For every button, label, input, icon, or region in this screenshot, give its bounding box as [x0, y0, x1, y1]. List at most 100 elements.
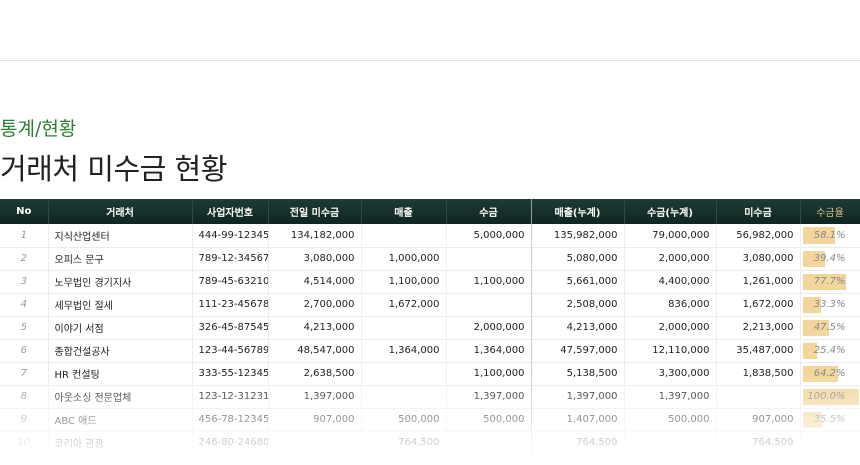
cell-bizno: 326-45-87545 [192, 316, 269, 339]
cell-unpaid: 3,080,000 [716, 247, 801, 270]
table-row[interactable]: 10 코리아 관광 246-80-24680 764,500 764,500 764,50… [0, 431, 860, 454]
cell-bizno: 456-78-12345 [192, 408, 269, 431]
cell-client: ABC 애드 [48, 408, 193, 431]
col-header-collection[interactable]: 수금 [446, 199, 532, 224]
table-row[interactable]: 4 세무법인 절세 111-23-45678 2,700,000 1,672,000 2,… [0, 293, 860, 316]
cell-collection: 1,100,000 [446, 362, 532, 385]
cell-client: 코리아 관광 [48, 431, 193, 454]
cell-collection-rate [800, 431, 860, 454]
cell-prev-unpaid [268, 431, 362, 454]
cell-sales: 500,000 [361, 408, 447, 431]
cell-collection-cumulative: 836,000 [624, 293, 717, 316]
cell-unpaid: 2,213,000 [716, 316, 801, 339]
cell-collection: 1,364,000 [446, 339, 532, 362]
cell-collection-cumulative: 4,400,000 [624, 270, 717, 293]
col-header-sales[interactable]: 매출 [361, 199, 447, 224]
cell-bizno: 123-44-56789 [192, 339, 269, 362]
table-row[interactable]: 8 아웃소싱 전문업체 123-12-31231 1,397,000 1,397,000… [0, 385, 860, 408]
cell-bizno: 789-45-63210 [192, 270, 269, 293]
cell-unpaid: 764,500 [716, 431, 801, 454]
cell-sales [361, 362, 447, 385]
col-header-client[interactable]: 거래처 [48, 199, 193, 224]
cell-prev-unpaid: 1,397,000 [268, 385, 362, 408]
col-header-collection-cumulative[interactable]: 수금(누계) [624, 199, 717, 224]
cell-prev-unpaid: 2,638,500 [268, 362, 362, 385]
collection-rate-text: 33.3% [813, 299, 846, 310]
table-row[interactable]: 5 이야기 서점 326-45-87545 4,213,000 2,000,000 4,2… [0, 316, 860, 339]
table-row[interactable]: 1 지식산업센터 444-99-12345 134,182,000 5,000,000 1… [0, 224, 860, 247]
col-header-no[interactable]: No [0, 199, 49, 224]
cell-sales-cumulative: 135,982,000 [531, 224, 625, 247]
cell-collection: 2,000,000 [446, 316, 532, 339]
cell-sales-cumulative: 1,407,000 [531, 408, 625, 431]
cell-prev-unpaid: 3,080,000 [268, 247, 362, 270]
collection-rate-text: 58.1% [813, 229, 846, 241]
cell-collection: 5,000,000 [446, 224, 532, 247]
cell-unpaid: 56,982,000 [716, 224, 801, 247]
top-bar [0, 0, 860, 61]
page-title: 거래처 미수금 현황 [0, 152, 227, 186]
cell-sales-cumulative: 5,138,500 [531, 362, 625, 385]
col-header-unpaid[interactable]: 미수금 [716, 199, 801, 224]
cell-collection-cumulative [624, 431, 717, 454]
cell-prev-unpaid: 4,514,000 [268, 270, 362, 293]
cell-collection-cumulative: 500,000 [624, 408, 717, 431]
cell-prev-unpaid: 4,213,000 [268, 316, 362, 339]
table-row[interactable]: 2 오피스 문구 789-12-34567 3,080,000 1,000,000 5,0… [0, 247, 860, 270]
breadcrumb: 통계/현황 [0, 118, 77, 140]
cell-sales-cumulative: 2,508,000 [531, 293, 625, 316]
table-row[interactable]: 9 ABC 애드 456-78-12345 907,000 500,000 500,000… [0, 408, 860, 431]
col-header-sales-cumulative[interactable]: 매출(누계) [531, 199, 625, 224]
cell-bizno: 246-80-24680 [192, 431, 269, 454]
cell-sales: 1,672,000 [361, 293, 447, 316]
cell-no: 9 [0, 408, 49, 431]
cell-collection-rate: 39.4% [800, 247, 860, 270]
cell-collection [446, 293, 532, 316]
cell-prev-unpaid: 48,547,000 [268, 339, 362, 362]
cell-collection-cumulative: 2,000,000 [624, 247, 717, 270]
cell-collection: 1,100,000 [446, 270, 532, 293]
cell-no: 2 [0, 247, 49, 270]
cell-client: 이야기 서점 [48, 316, 193, 339]
cell-no: 3 [0, 270, 49, 293]
cell-no: 7 [0, 362, 49, 385]
cell-unpaid: 35,487,000 [716, 339, 801, 362]
collection-rate-text: 35.5% [813, 414, 846, 425]
cell-sales-cumulative: 4,213,000 [531, 316, 625, 339]
cell-sales: 1,000,000 [361, 247, 447, 270]
cell-collection: 1,397,000 [446, 385, 532, 408]
cell-collection-cumulative: 79,000,000 [624, 224, 717, 247]
cell-bizno: 123-12-31231 [192, 385, 269, 408]
cell-no: 8 [0, 385, 49, 408]
cell-bizno: 789-12-34567 [192, 247, 269, 270]
cell-collection: 500,000 [446, 408, 532, 431]
cell-collection-cumulative: 2,000,000 [624, 316, 717, 339]
col-header-prev-unpaid[interactable]: 전일 미수금 [268, 199, 362, 224]
cell-no: 1 [0, 224, 49, 247]
cell-bizno: 333-55-12345 [192, 362, 269, 385]
cell-unpaid: 907,000 [716, 408, 801, 431]
cell-client: 노무법인 경기지사 [48, 270, 193, 293]
cell-collection-rate: 77.7% [800, 270, 860, 293]
col-header-collection-rate[interactable]: 수금율 [800, 199, 860, 224]
cell-unpaid [716, 385, 801, 408]
cell-unpaid: 1,838,500 [716, 362, 801, 385]
cell-no: 4 [0, 293, 49, 316]
collection-rate-text: 25.4% [813, 345, 846, 356]
collection-rate-text: 39.4% [813, 253, 846, 264]
cell-sales [361, 224, 447, 247]
cell-collection-rate: 100.0% [800, 385, 860, 408]
cell-collection-rate: 25.4% [800, 339, 860, 362]
cell-client: 지식산업센터 [48, 224, 193, 247]
cell-collection [446, 431, 532, 454]
cell-unpaid: 1,672,000 [716, 293, 801, 316]
table-header: No 거래처 사업자번호 전일 미수금 매출 수금 매출(누계) 수금(누계) … [0, 199, 860, 224]
table-row[interactable]: 7 HR 컨설팅 333-55-12345 2,638,500 1,100,000 5,1… [0, 362, 860, 385]
col-header-bizno[interactable]: 사업자번호 [192, 199, 269, 224]
table-row[interactable]: 3 노무법인 경기지사 789-45-63210 4,514,000 1,100,000… [0, 270, 860, 293]
cell-sales-cumulative: 5,661,000 [531, 270, 625, 293]
cell-sales-cumulative: 47,597,000 [531, 339, 625, 362]
cell-sales-cumulative: 1,397,000 [531, 385, 625, 408]
collection-rate-text: 100.0% [807, 391, 846, 402]
table-row[interactable]: 6 종합건설공사 123-44-56789 48,547,000 1,364,000 1,… [0, 339, 860, 362]
